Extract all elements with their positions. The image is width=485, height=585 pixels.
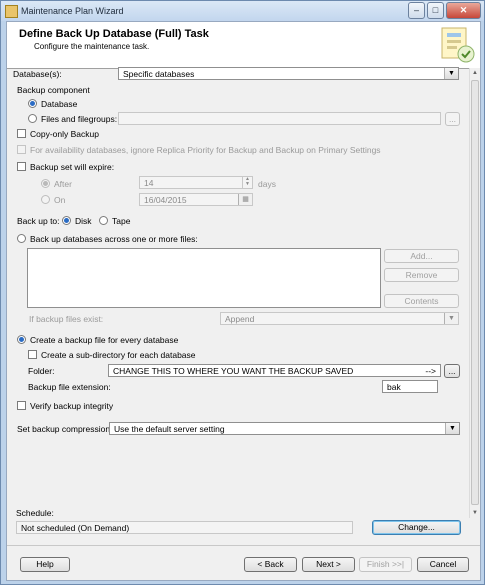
change-schedule-button[interactable]: Change... <box>372 520 461 535</box>
chevron-down-icon: ▼ <box>444 68 458 79</box>
finish-button: Finish >>| <box>359 557 412 572</box>
remove-button: Remove <box>384 268 459 282</box>
per-database-label: Create a backup file for every database <box>30 335 179 345</box>
subdir-checkbox[interactable] <box>28 350 37 359</box>
help-button[interactable]: Help <box>20 557 70 572</box>
page-subtitle: Configure the maintenance task. <box>34 42 150 51</box>
minimize-button[interactable]: – <box>408 2 425 19</box>
scrollbar-thumb[interactable] <box>471 80 479 505</box>
add-button: Add... <box>384 249 459 263</box>
tape-radio[interactable] <box>99 216 108 225</box>
wizard-client: Define Back Up Database (Full) Task Conf… <box>6 21 481 581</box>
expire-checkbox[interactable] <box>17 162 26 171</box>
on-date-label: On <box>54 195 66 205</box>
next-button[interactable]: Next > <box>302 557 355 572</box>
page-header: Define Back Up Database (Full) Task Conf… <box>7 22 480 69</box>
availability-label: For availability databases, ignore Repli… <box>30 145 381 155</box>
across-files-radio[interactable] <box>17 234 26 243</box>
databases-label: Database(s): <box>13 69 62 79</box>
on-date-radio <box>41 195 50 204</box>
wizard-graphic-icon <box>441 27 475 63</box>
availability-checkbox <box>17 145 26 154</box>
title-bar: Maintenance Plan Wizard – □ ✕ <box>1 1 484 21</box>
folder-browse-button[interactable]: ... <box>444 364 460 378</box>
backup-component-label: Backup component <box>17 85 90 95</box>
tape-label: Tape <box>112 216 131 226</box>
folder-label: Folder: <box>28 366 55 376</box>
compression-value: Use the default server setting <box>114 424 225 434</box>
extension-label: Backup file extension: <box>28 382 111 392</box>
backup-to-label: Back up to: <box>17 216 60 226</box>
calendar-icon: ▦ <box>238 194 252 205</box>
copy-only-checkbox[interactable] <box>17 129 26 138</box>
days-label: days <box>258 179 276 189</box>
on-date-picker: 16/04/2015 ▦ <box>139 193 253 206</box>
scroll-up-icon[interactable]: ▲ <box>470 68 480 78</box>
contents-button: Contents <box>384 294 459 308</box>
extension-value: bak <box>387 382 401 392</box>
files-filegroups-radio[interactable] <box>28 114 37 123</box>
schedule-value: Not scheduled (On Demand) <box>21 523 130 533</box>
maximize-button[interactable]: □ <box>427 2 444 19</box>
options-scrollbar[interactable]: ▲ ▼ <box>469 68 480 518</box>
folder-field[interactable]: CHANGE THIS TO WHERE YOU WANT THE BACKUP… <box>108 364 441 377</box>
files-filegroups-field <box>118 112 441 125</box>
window-title: Maintenance Plan Wizard <box>21 6 124 16</box>
page-title: Define Back Up Database (Full) Task <box>19 28 209 40</box>
scroll-down-icon[interactable]: ▼ <box>470 508 480 518</box>
cancel-button[interactable]: Cancel <box>417 557 469 572</box>
after-days-value: 14 <box>144 178 154 188</box>
chevron-down-icon: ▼ <box>445 423 459 434</box>
back-button[interactable]: < Back <box>244 557 297 572</box>
folder-value: CHANGE THIS TO WHERE YOU WANT THE BACKUP… <box>113 366 354 376</box>
after-radio <box>41 179 50 188</box>
compression-label: Set backup compression: <box>17 424 113 434</box>
expire-label: Backup set will expire: <box>30 162 115 172</box>
if-exist-value: Append <box>225 314 255 324</box>
databases-select[interactable]: Specific databases ▼ <box>118 67 459 80</box>
per-database-radio[interactable] <box>17 335 26 344</box>
spin-icon: ▲ ▼ <box>242 177 252 188</box>
schedule-label: Schedule: <box>16 508 54 518</box>
disk-label: Disk <box>75 216 92 226</box>
files-browse-button: ... <box>445 112 460 126</box>
files-filegroups-label: Files and filegroups: <box>41 114 118 124</box>
backup-files-list[interactable] <box>27 248 381 308</box>
compression-select[interactable]: Use the default server setting ▼ <box>109 422 460 435</box>
subdir-label: Create a sub-directory for each database <box>41 350 196 360</box>
extension-field[interactable]: bak <box>382 380 438 393</box>
disk-radio[interactable] <box>62 216 71 225</box>
app-icon <box>5 5 18 18</box>
database-radio-label: Database <box>41 99 78 109</box>
after-label: After <box>54 179 72 189</box>
databases-value: Specific databases <box>123 69 195 79</box>
folder-arrow: --> <box>425 366 436 376</box>
on-date-value: 16/04/2015 <box>144 195 187 205</box>
if-exist-label: If backup files exist: <box>29 314 104 324</box>
copy-only-label: Copy-only Backup <box>30 129 99 139</box>
verify-checkbox[interactable] <box>17 401 26 410</box>
close-button[interactable]: ✕ <box>446 2 481 19</box>
chevron-down-icon: ▼ <box>444 313 458 324</box>
across-files-label: Back up databases across one or more fil… <box>30 234 198 244</box>
wizard-window: Maintenance Plan Wizard – □ ✕ Define Bac… <box>0 0 485 585</box>
verify-label: Verify backup integrity <box>30 401 114 411</box>
footer-divider <box>7 545 480 546</box>
schedule-field: Not scheduled (On Demand) <box>16 521 353 534</box>
database-radio[interactable] <box>28 99 37 108</box>
after-days-field: 14 ▲ ▼ <box>139 176 253 189</box>
if-exist-select: Append ▼ <box>220 312 459 325</box>
